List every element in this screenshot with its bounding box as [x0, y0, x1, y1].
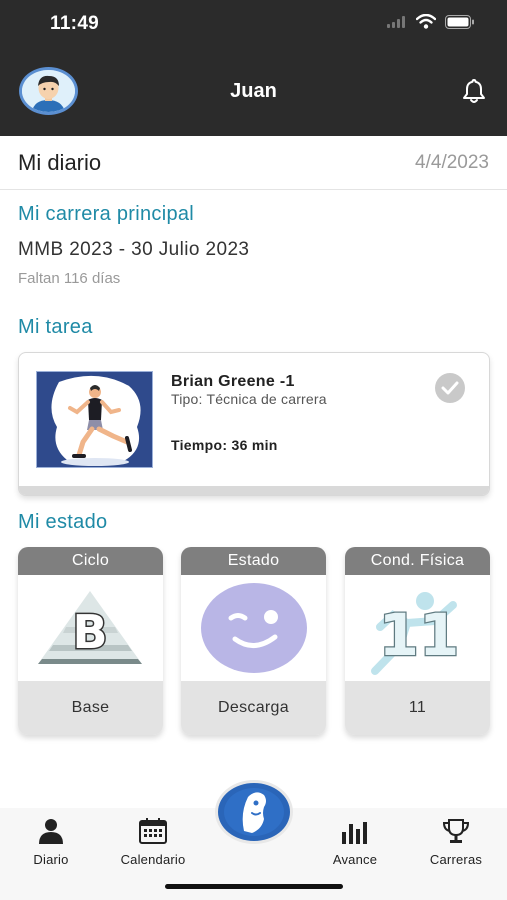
fitness-card-header: Cond. Física — [345, 547, 490, 575]
runner-number-icon: 11 — [371, 592, 461, 675]
trophy-icon — [442, 819, 470, 843]
runner-illustration-icon — [37, 372, 152, 467]
tab-carreras[interactable]: Carreras — [424, 818, 488, 867]
tab-diario-label: Diario — [33, 852, 69, 867]
cycle-card-value: Base — [18, 681, 163, 735]
person-icon — [39, 819, 63, 844]
diary-row: Mi diario 4/4/2023 — [0, 136, 507, 190]
status-time: 11:49 — [50, 13, 100, 34]
fitness-card[interactable]: Cond. Física 11 11 — [345, 547, 490, 735]
cycle-card-header: Ciclo — [18, 547, 163, 575]
center-action-button[interactable] — [215, 780, 293, 844]
task-card-footer — [19, 486, 489, 495]
battery-icon — [445, 14, 474, 29]
fitness-card-image: 11 — [345, 575, 490, 681]
fitness-card-value: 11 — [345, 681, 490, 735]
svg-text:11: 11 — [379, 601, 460, 669]
svg-text:B: B — [72, 605, 107, 659]
wink-face-icon — [201, 583, 307, 673]
task-card[interactable]: Brian Greene -1 Tipo: Técnica de carrera… — [18, 352, 490, 496]
main-race-title: Mi carrera principal — [18, 203, 195, 225]
status-card-value: Descarga — [181, 681, 326, 735]
cycle-card-image: B — [18, 575, 163, 681]
user-name: Juan — [230, 80, 277, 102]
task-thumbnail — [36, 371, 153, 468]
task-complete-toggle[interactable] — [435, 373, 465, 403]
main-race-remaining: Faltan 116 días — [18, 270, 121, 287]
check-icon — [441, 381, 459, 395]
tab-diario[interactable]: Diario — [26, 818, 76, 867]
task-name: Brian Greene -1 — [171, 373, 295, 390]
state-section-title: Mi estado — [18, 511, 108, 533]
task-time: Tiempo: 36 min — [171, 437, 278, 453]
pyramid-b-icon: B — [38, 591, 142, 664]
status-icons — [387, 14, 475, 29]
tab-avance-label: Avance — [332, 852, 378, 867]
diary-date: 4/4/2023 — [415, 152, 489, 173]
status-card-image — [181, 575, 326, 681]
cycle-card[interactable]: Ciclo B Base — [18, 547, 163, 735]
home-indicator — [165, 884, 343, 889]
bar-chart-icon — [342, 822, 367, 844]
bell-icon — [463, 79, 485, 103]
tab-calendario[interactable]: Calendario — [113, 818, 193, 867]
calendar-icon — [139, 818, 167, 844]
status-card-header: Estado — [181, 547, 326, 575]
notifications-button[interactable] — [461, 78, 487, 109]
page-title: Mi diario — [18, 150, 102, 175]
wifi-icon — [416, 14, 436, 29]
app-header: 11:49 Juan — [0, 0, 507, 136]
task-section-title: Mi tarea — [18, 316, 93, 338]
tab-calendario-label: Calendario — [120, 852, 186, 867]
signal-icon — [387, 15, 405, 28]
tab-avance[interactable]: Avance — [328, 818, 382, 867]
task-type: Tipo: Técnica de carrera — [171, 391, 327, 407]
tab-carreras-label: Carreras — [429, 852, 483, 867]
main-race-name[interactable]: MMB 2023 - 30 Julio 2023 — [18, 239, 249, 261]
app-logo-icon — [224, 788, 284, 836]
status-card[interactable]: Estado Descarga — [181, 547, 326, 735]
